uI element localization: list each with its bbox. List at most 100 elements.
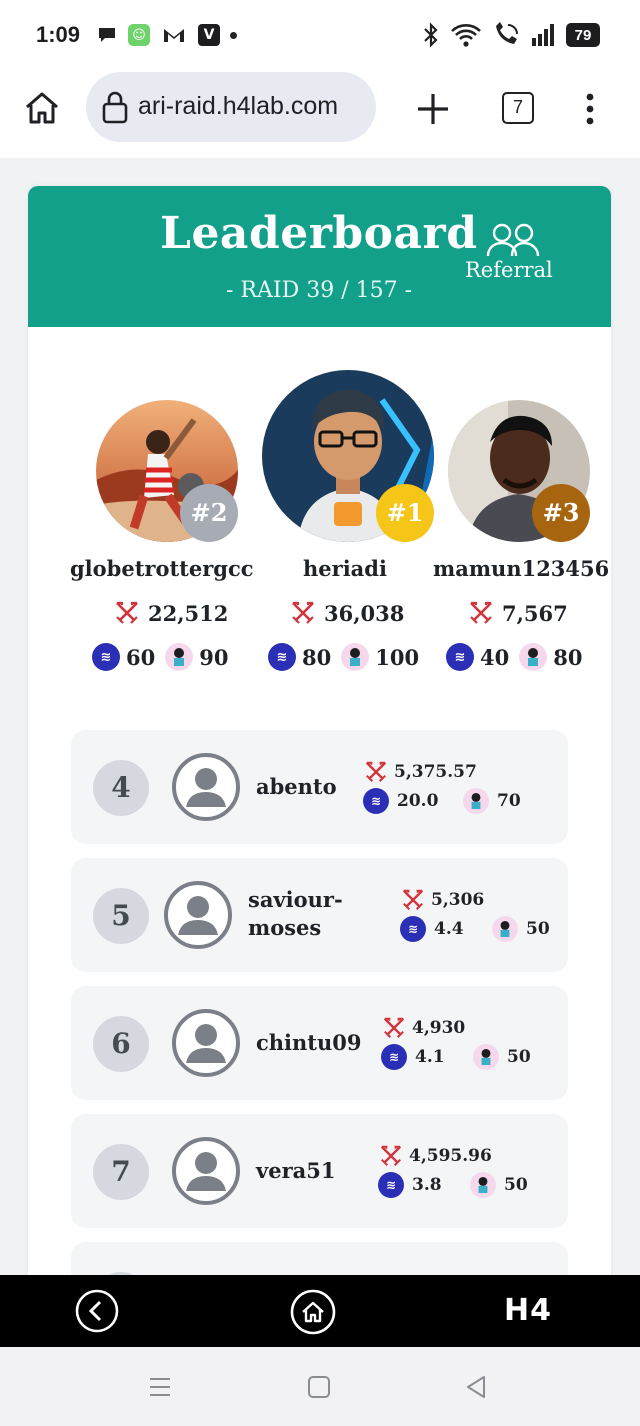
damage-stat: 4,595.96 [379,1144,492,1168]
status-right-icons: 79 [422,22,600,48]
steem-value: 20.0 [397,791,439,811]
notification-dot-icon [230,31,237,39]
steem-value: 3.8 [412,1175,442,1195]
tab-count-button[interactable]: 7 [502,92,534,124]
lock-icon[interactable] [100,90,130,124]
steem-icon: ≋ [400,916,426,942]
rewards-stat: ≋ 3.8 50 [378,1172,528,1198]
rewards-stat: ≋ 80 100 [268,643,419,671]
player-name[interactable]: abento [256,773,337,801]
card-avatar-icon [470,1172,496,1198]
cards-value: 50 [507,1047,531,1067]
app-bottom-bar: H4 [0,1275,640,1347]
signal-icon [532,24,554,46]
steem-icon: ≋ [378,1172,404,1198]
rewards-stat: ≋ 4.1 50 [381,1044,531,1070]
steem-value: 60 [126,644,156,670]
wifi-call-icon [496,22,518,44]
damage-stat: 7,567 [468,600,568,626]
crossed-swords-icon [470,601,492,624]
damage-value: 5,375.57 [394,762,477,782]
damage-value: 22,512 [148,600,229,626]
player-name[interactable]: saviour-moses [248,886,343,942]
wifi-icon [451,24,481,47]
cards-value: 90 [199,644,229,670]
damage-value: 4,930 [412,1018,466,1038]
h4-logo[interactable]: H4 [504,1293,552,1328]
referral-link[interactable]: Referral [465,258,553,282]
rank-badge: #2 [180,484,238,542]
rewards-stat: ≋ 60 90 [92,643,228,671]
steem-icon: ≋ [446,643,474,671]
rewards-stat: ≋ 40 80 [446,643,582,671]
v-app-icon: V [198,24,220,46]
crossed-swords-icon [402,889,424,910]
crossed-swords-icon [365,761,387,782]
rank-number: 5 [93,888,149,944]
status-bar: 1:09 ☺ V 79 [0,0,640,72]
damage-stat: 22,512 [114,600,228,626]
more-menu-icon[interactable] [580,92,600,126]
damage-stat: 5,375.57 [364,760,477,784]
user-avatar-icon [172,1137,240,1205]
system-nav-bar [0,1347,640,1426]
card-avatar-icon [165,643,194,671]
bluetooth-icon [424,22,438,48]
damage-stat: 4,930 [382,1016,465,1040]
cards-value: 50 [526,919,550,939]
crossed-swords-icon [383,1017,405,1038]
steem-value: 4.4 [434,919,464,939]
home-icon[interactable] [22,88,62,128]
status-time: 1:09 [36,22,81,47]
raid-subtitle: - RAID 39 / 157 - [226,278,413,303]
home-button-icon[interactable] [305,1373,333,1401]
rank-number: 4 [93,760,149,816]
card-avatar-icon [341,643,370,671]
table-row[interactable]: 5 saviour-moses 5,306 ≋ 4.4 50 [71,858,568,972]
cards-value: 70 [497,791,521,811]
rank-badge: #3 [532,484,590,542]
status-left-icons: ☺ V [96,24,237,46]
recent-apps-icon[interactable] [146,1373,174,1401]
home-icon[interactable] [290,1289,336,1335]
steem-value: 80 [302,644,332,670]
url-bar[interactable]: ari-raid.h4lab.com [86,72,376,142]
table-row[interactable]: 6 chintu09 4,930 ≋ 4.1 50 [71,986,568,1100]
table-row[interactable]: 4 abento 5,375.57 ≋ 20.0 70 [71,730,568,844]
damage-value: 4,595.96 [409,1146,492,1166]
back-button-icon[interactable] [462,1373,490,1401]
crossed-swords-icon [292,601,314,624]
user-avatar-icon [172,753,240,821]
steem-value: 40 [480,644,510,670]
player-name[interactable]: mamun123456 [433,556,609,581]
url-text[interactable]: ari-raid.h4lab.com [138,92,338,121]
rewards-stat: ≋ 20.0 70 [363,788,521,814]
cards-value: 50 [504,1175,528,1195]
browser-toolbar: ari-raid.h4lab.com 7 [0,72,640,158]
cards-value: 80 [553,644,583,670]
damage-value: 36,038 [324,600,405,626]
player-name[interactable]: vera51 [256,1157,335,1185]
player-name[interactable]: chintu09 [256,1029,362,1057]
rank-badge: #1 [376,484,434,542]
steem-value: 4.1 [415,1047,445,1067]
damage-value: 5,306 [431,890,485,910]
card-avatar-icon [463,788,489,814]
damage-stat: 36,038 [290,600,404,626]
user-avatar-icon [164,881,232,949]
battery-icon: 79 [566,23,600,47]
card-avatar-icon [492,916,518,942]
steem-icon: ≋ [363,788,389,814]
cards-value: 100 [375,644,420,670]
back-icon[interactable] [75,1289,119,1333]
referral-users-icon[interactable] [486,222,542,258]
user-avatar-icon [172,1009,240,1077]
damage-value: 7,567 [502,600,568,626]
crossed-swords-icon [116,601,138,624]
gmail-icon [160,24,188,46]
player-name[interactable]: heriadi [303,556,387,581]
player-name[interactable]: globetrottergcc [70,556,254,581]
new-tab-icon[interactable] [412,88,454,130]
steem-icon: ≋ [92,643,120,671]
table-row[interactable]: 7 vera51 4,595.96 ≋ 3.8 50 [71,1114,568,1228]
